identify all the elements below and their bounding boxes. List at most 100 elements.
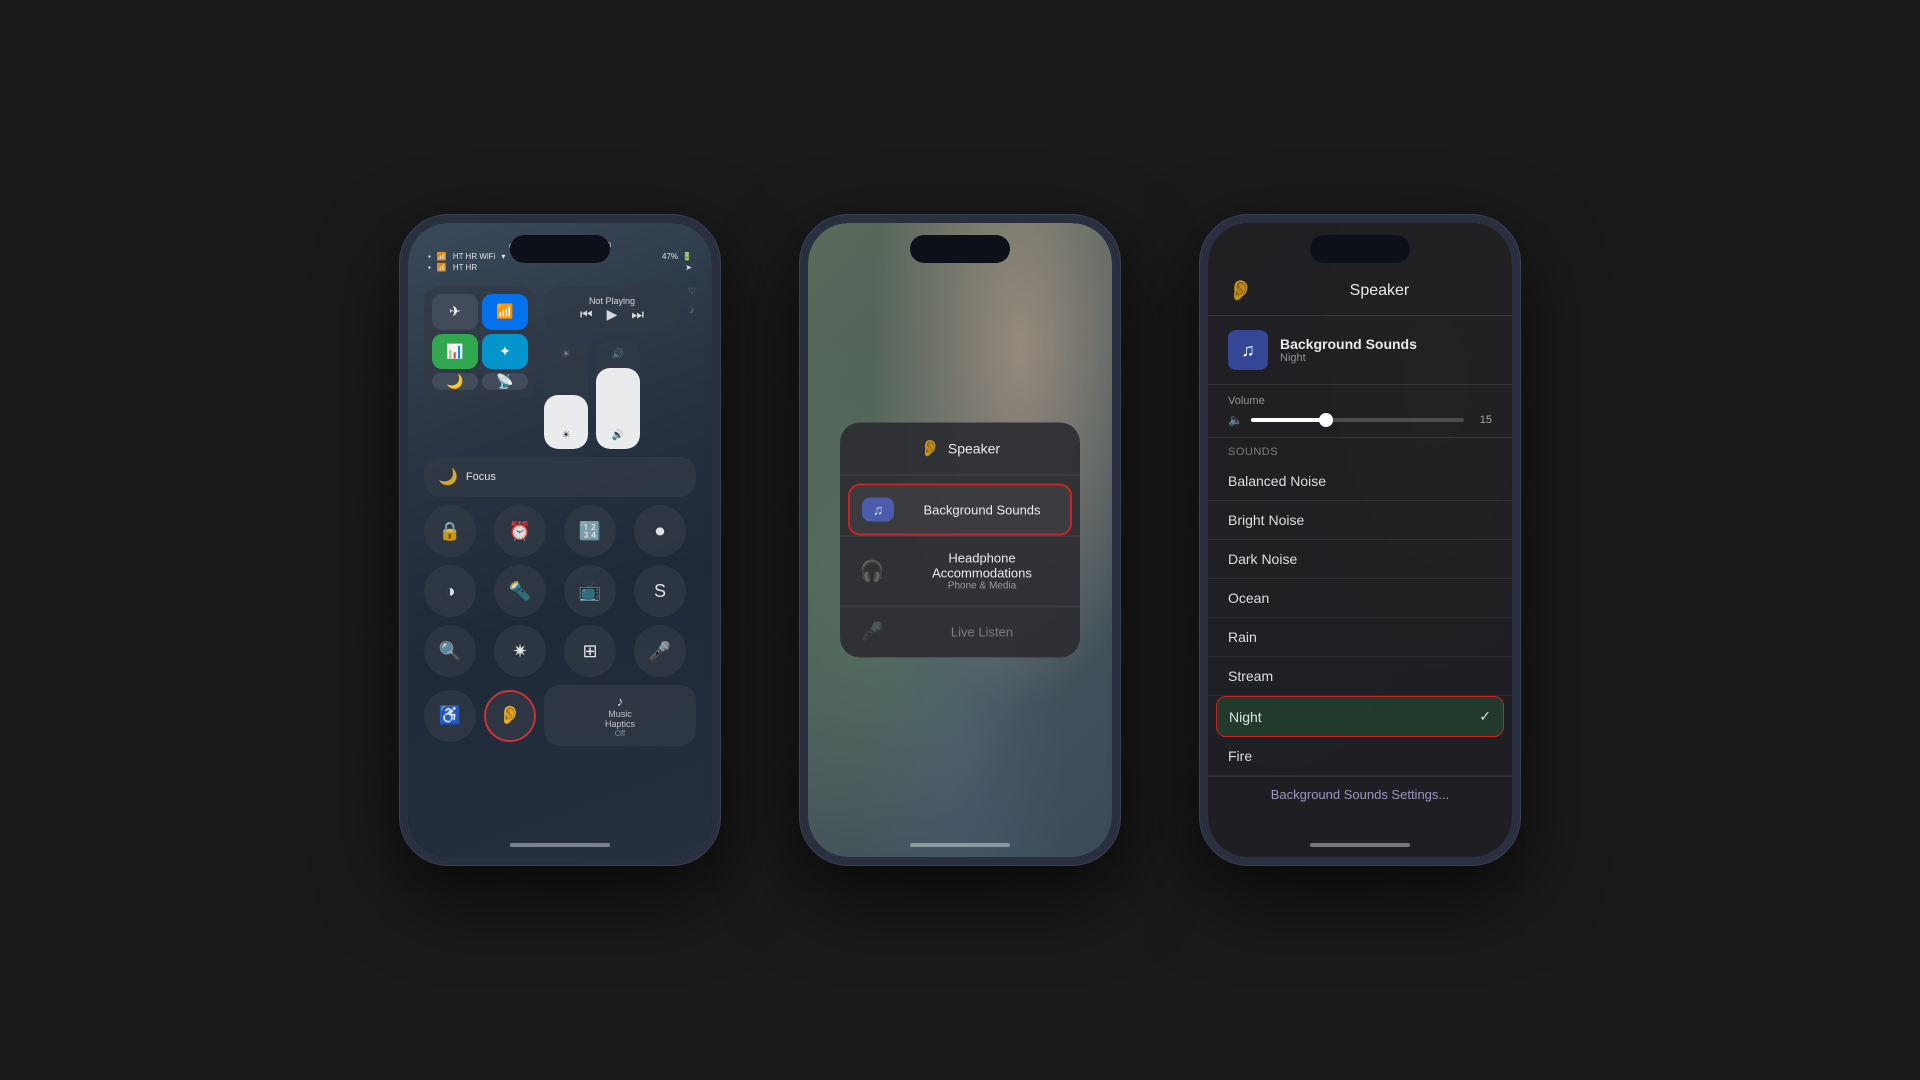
background-sounds-item[interactable]: ♫ Background Sounds [848,484,1072,536]
main-container: ◉ System Services & LAQO ▪ 📶 HT HR WiFi … [0,0,1920,1080]
hearing-btn[interactable]: 👂 [484,690,536,742]
sound-item-name: Fire [1228,748,1492,764]
bg-sounds-label: Background Sounds [906,502,1058,517]
play-btn[interactable]: ▶ [607,306,618,323]
cc-row1: ✈ 📶 📊 ✦ 🌙 📡 Not Playing [424,286,696,449]
phone3: 👂 Speaker ♫ Background Sounds Night Volu… [1200,215,1520,865]
bg-sounds-icon: ♫ [862,498,894,522]
sound-item-name: Ocean [1228,590,1492,606]
now-playing-info: Background Sounds Night [1280,336,1417,364]
airplane-btn[interactable]: ✈ [432,294,478,330]
sounds-list-header: Sounds [1208,438,1512,462]
sounds-panel: 👂 Speaker ♫ Background Sounds Night Volu… [1208,223,1512,857]
media-controls: ⏮ ▶ ⏭ [556,306,668,323]
music-haptics-tile[interactable]: ♪ Music Haptics Off [544,685,696,746]
sound-item-balanced[interactable]: Balanced Noise [1208,462,1512,501]
sounds-settings-link[interactable]: Background Sounds Settings... [1228,787,1492,802]
vol-number: 15 [1472,414,1492,426]
wifi-btn[interactable]: 📶 [482,294,528,330]
phone2-wrap: 👂 Speaker ♫ Background Sounds [800,215,1120,865]
focus2-btn[interactable]: 🌙 [432,373,478,390]
speaker-ear-icon: 👂 [920,439,940,459]
accessibility-btn[interactable]: ♿ [424,690,476,742]
sounds-header: 👂 Speaker [1208,223,1512,316]
vol-fill [1251,418,1326,422]
control-center-grid: ✈ 📶 📊 ✦ 🌙 📡 Not Playing [408,278,712,754]
sound-item-fire[interactable]: Fire [1208,737,1512,776]
cellular-btn[interactable]: 📊 [432,334,478,370]
status-row1: ▪ 📶 HT HR WiFi ▾ 47% 🔋 [428,252,692,261]
phone2-power[interactable] [1116,363,1120,418]
not-playing-text: Not Playing [556,296,668,306]
remote-btn[interactable]: 📺 [564,565,616,617]
wifi-icon2: 📶 [437,263,447,272]
effects-btn[interactable]: ✷ [494,625,546,677]
voice-btn[interactable]: 🎤 [634,625,686,677]
phone2-volume-up[interactable] [800,343,804,378]
magnifier-btn[interactable]: 🔍 [424,625,476,677]
location-icon: ◉ [509,241,516,250]
power-btn[interactable] [716,363,720,418]
shazam-btn[interactable]: S [634,565,686,617]
volume-slider[interactable]: 🔊 🔊 [596,341,640,449]
phone1-wrap: ◉ System Services & LAQO ▪ 📶 HT HR WiFi … [400,215,720,865]
headphone-content: Headphone Accommodations Phone & Media [900,551,1064,592]
next-btn[interactable]: ⏭ [631,306,644,323]
now-playing-row: ♫ Background Sounds Night [1208,316,1512,385]
phone2-volume-down[interactable] [800,388,804,423]
live-listen-label: Live Listen [900,625,1064,640]
phone3-volume-down[interactable] [1200,388,1204,423]
calculator-btn[interactable]: 🔢 [564,505,616,557]
screenshot-btn[interactable]: ⊞ [564,625,616,677]
bluetooth-btn[interactable]: ✦ [482,334,528,370]
sound-item-name: Rain [1228,629,1492,645]
sound-item-rain[interactable]: Rain [1208,618,1512,657]
cc-bottom-row: ♿ 👂 ♪ Music Haptics Off [424,685,696,746]
sounds-header-text: Speaker [1267,282,1492,300]
sound-item-name: Dark Noise [1228,551,1492,567]
home-bar2 [910,843,1010,847]
sounds-ear-icon: 👂 [1228,278,1253,303]
vol-track[interactable] [1251,418,1464,422]
sound-item-dark[interactable]: Dark Noise [1208,540,1512,579]
record-btn[interactable]: ⏺ [634,505,686,557]
volume-up-btn[interactable] [400,343,404,378]
sound-item-name: Bright Noise [1228,512,1492,528]
phone3-wrap: 👂 Speaker ♫ Background Sounds Night Volu… [1200,215,1520,865]
sound-item-bright[interactable]: Bright Noise [1208,501,1512,540]
sound-item-night[interactable]: Night ✓ [1216,696,1504,737]
headphone-item[interactable]: 🎧 Headphone Accommodations Phone & Media [840,536,1080,607]
prev-btn[interactable]: ⏮ [580,306,593,323]
now-playing-title: Background Sounds [1280,336,1417,352]
focus-widget[interactable]: 🌙 Focus [424,457,696,497]
invert-btn[interactable]: ◑ [424,565,476,617]
location-text: System Services & LAQO [520,241,612,250]
network-widget[interactable]: ✈ 📶 📊 ✦ 🌙 📡 [424,286,536,398]
sound-item-name: Balanced Noise [1228,473,1492,489]
status-location: ◉ System Services & LAQO [428,241,692,250]
volume-down-btn[interactable] [400,388,404,423]
rotation-lock-btn[interactable]: 🔒 [424,505,476,557]
phone3-power[interactable] [1516,363,1520,418]
media-widget[interactable]: Not Playing ⏮ ▶ ⏭ [544,286,680,333]
wifi-bars: ▾ [501,252,505,261]
airdrop-btn[interactable]: 📡 [482,373,528,390]
phone1-screen: ◉ System Services & LAQO ▪ 📶 HT HR WiFi … [408,223,712,857]
microphone-icon: 🎤 [856,622,888,643]
wifi2-text: HT HR [453,263,477,272]
music-icon: ♪ [617,693,624,709]
signal-icon2: ▪ [428,263,431,272]
volume-row: 🔈 15 [1228,413,1492,427]
headphone-label: Headphone Accommodations [900,551,1064,581]
brightness-slider[interactable]: ☀ ☀ [544,341,588,449]
phone3-volume-up[interactable] [1200,343,1204,378]
cc-row-focus: 🌙 Focus [424,457,696,497]
sound-item-ocean[interactable]: Ocean [1208,579,1512,618]
music-label: Music [608,709,632,719]
torch-btn[interactable]: 🔦 [494,565,546,617]
haptics-sub: Off [615,729,626,738]
speaker-menu: 👂 Speaker ♫ Background Sounds [840,423,1080,658]
sound-item-stream[interactable]: Stream [1208,657,1512,696]
alarm-btn[interactable]: ⏰ [494,505,546,557]
vol-low-icon: 🔈 [1228,413,1243,427]
